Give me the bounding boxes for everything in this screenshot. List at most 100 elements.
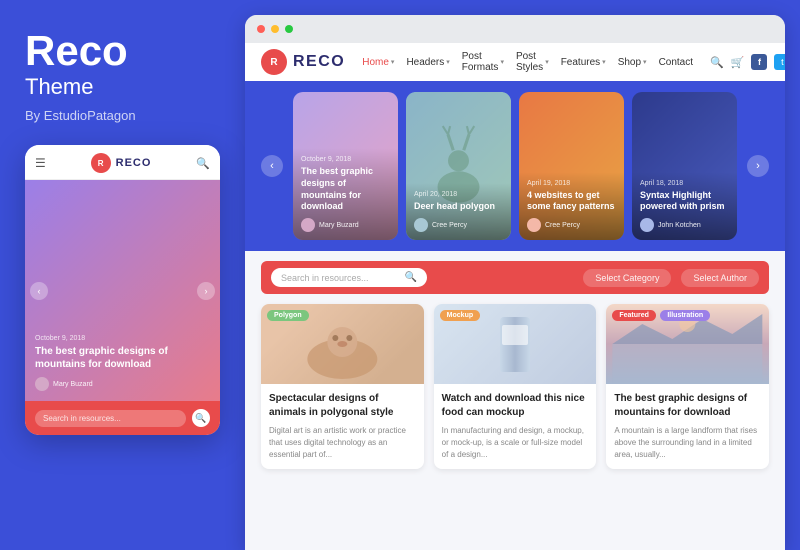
nav-shop[interactable]: Shop ▾	[613, 53, 652, 72]
browser-dot-maximize[interactable]	[285, 25, 293, 33]
mobile-search-button[interactable]: 🔍	[192, 409, 210, 427]
brand-subtitle: Theme	[25, 74, 93, 100]
nav-contact[interactable]: Contact	[654, 53, 698, 72]
mobile-search-input[interactable]: Search in resources...	[35, 410, 186, 427]
article-card-3[interactable]: Featured Illustration The best graphic d…	[606, 304, 769, 469]
search-placeholder-text: Search in resources...	[281, 273, 399, 283]
hero-card-3-avatar	[527, 218, 541, 232]
article-img-2: Mockup	[434, 304, 597, 384]
nav-features[interactable]: Features ▾	[556, 53, 611, 72]
mobile-reco-circle: R	[91, 153, 111, 173]
author-filter-button[interactable]: Select Author	[681, 269, 759, 287]
site-logo: R RECO	[261, 49, 345, 75]
mobile-search-icon[interactable]: 🔍	[196, 157, 210, 170]
hero-card-3-date: April 19, 2018	[527, 180, 616, 187]
mobile-logo: R RECO	[91, 153, 152, 173]
article-img-1: Polygon	[261, 304, 424, 384]
article-1-title: Spectacular designs of animals in polygo…	[269, 392, 416, 420]
hero-card-2-date: April 20, 2018	[414, 191, 503, 198]
hero-card-3-title: 4 websites to get some fancy patterns	[527, 190, 616, 213]
hero-card-1-overlay: October 9, 2018 The best graphic designs…	[293, 148, 398, 240]
mobile-top-bar: ☰ R RECO 🔍	[25, 145, 220, 180]
hero-card-2-author: Cree Percy	[414, 218, 503, 232]
article-card-1[interactable]: Polygon Spectacular designs of animals i…	[261, 304, 424, 469]
hero-card-1-author: Mary Buzard	[301, 218, 390, 232]
hero-card-3-author: Cree Percy	[527, 218, 616, 232]
hero-prev-button[interactable]: ‹	[261, 155, 283, 177]
site-reco-circle: R	[261, 49, 287, 75]
hero-slider: ‹ October 9, 2018 The best graphic desig…	[245, 81, 785, 251]
mobile-author-avatar	[35, 377, 49, 391]
article-3-tag2: Illustration	[660, 310, 710, 321]
article-2-body: Watch and download this nice food can mo…	[434, 384, 597, 469]
articles-grid: Polygon Spectacular designs of animals i…	[261, 304, 769, 469]
twitter-icon[interactable]: t	[774, 54, 785, 70]
cart-icon[interactable]: 🛒	[731, 56, 745, 69]
hero-card-2[interactable]: April 20, 2018 Deer head polygon Cree Pe…	[406, 92, 511, 240]
hero-card-4-overlay: April 18, 2018 Syntax Highlight powered …	[632, 172, 737, 240]
browser-dot-close[interactable]	[257, 25, 265, 33]
search-icon: 🔍	[405, 272, 417, 283]
article-3-desc: A mountain is a large landform that rise…	[614, 425, 761, 461]
brand-title: Reco	[25, 30, 128, 72]
hero-card-4-author: John Kotchen	[640, 218, 729, 232]
article-3-body: The best graphic designs of mountains fo…	[606, 384, 769, 469]
hero-card-4-title: Syntax Highlight powered with prism	[640, 190, 729, 213]
nav-icons: 🔍 🛒 f t	[710, 54, 785, 70]
article-1-tag: Polygon	[267, 310, 309, 321]
site-nav: Home ▾ Headers ▾ Post Formats ▾ Post Sty…	[357, 47, 698, 77]
hero-card-2-title: Deer head polygon	[414, 201, 503, 213]
hero-card-2-overlay: April 20, 2018 Deer head polygon Cree Pe…	[406, 183, 511, 240]
article-2-desc: In manufacturing and design, a mockup, o…	[442, 425, 589, 461]
nav-home[interactable]: Home ▾	[357, 53, 399, 72]
browser-dot-minimize[interactable]	[271, 25, 279, 33]
mobile-author-name: Mary Buzard	[53, 381, 93, 388]
hero-card-1-date: October 9, 2018	[301, 156, 390, 163]
search-bar[interactable]: Search in resources... 🔍	[271, 268, 427, 287]
browser-content: R RECO Home ▾ Headers ▾ Post Formats ▾ P…	[245, 43, 785, 550]
article-3-tag: Featured	[612, 310, 656, 321]
mobile-hero: ‹ › October 9, 2018 The best graphic des…	[25, 180, 220, 401]
hero-card-3-author-name: Cree Percy	[545, 222, 580, 229]
mobile-hero-author: Mary Buzard	[35, 377, 210, 391]
article-card-2[interactable]: Mockup Watch and download this nice food…	[434, 304, 597, 469]
facebook-icon[interactable]: f	[751, 54, 767, 70]
hamburger-icon[interactable]: ☰	[35, 156, 46, 170]
hero-card-3-overlay: April 19, 2018 4 websites to get some fa…	[519, 172, 624, 240]
hero-card-3[interactable]: April 19, 2018 4 websites to get some fa…	[519, 92, 624, 240]
article-3-title: The best graphic designs of mountains fo…	[614, 392, 761, 420]
hero-card-2-author-name: Cree Percy	[432, 222, 467, 229]
hero-card-1[interactable]: October 9, 2018 The best graphic designs…	[293, 92, 398, 240]
mobile-reco-text: RECO	[116, 157, 152, 169]
search-nav-icon[interactable]: 🔍	[710, 56, 724, 69]
hero-card-4[interactable]: April 18, 2018 Syntax Highlight powered …	[632, 92, 737, 240]
hero-card-1-title: The best graphic designs of mountains fo…	[301, 166, 390, 213]
article-2-title: Watch and download this nice food can mo…	[442, 392, 589, 420]
mobile-next-button[interactable]: ›	[197, 282, 215, 300]
browser-mockup: R RECO Home ▾ Headers ▾ Post Formats ▾ P…	[245, 15, 785, 550]
hero-card-2-avatar	[414, 218, 428, 232]
article-2-tag: Mockup	[440, 310, 480, 321]
hero-card-1-avatar	[301, 218, 315, 232]
can-label	[502, 325, 528, 345]
article-1-desc: Digital art is an artistic work or pract…	[269, 425, 416, 461]
nav-headers[interactable]: Headers ▾	[401, 53, 454, 72]
nav-post-formats[interactable]: Post Formats ▾	[457, 47, 509, 77]
left-panel: Reco Theme By EstudioPatagon ☰ R RECO 🔍 …	[0, 0, 245, 550]
site-navbar: R RECO Home ▾ Headers ▾ Post Formats ▾ P…	[245, 43, 785, 81]
mobile-mockup: ☰ R RECO 🔍 ‹ › October 9, 2018 The best …	[25, 145, 220, 435]
brand-author: By EstudioPatagon	[25, 108, 136, 123]
search-filter-row: Search in resources... 🔍 Select Category…	[261, 261, 769, 294]
mobile-prev-button[interactable]: ‹	[30, 282, 48, 300]
browser-bar	[245, 15, 785, 43]
hero-card-4-avatar	[640, 218, 654, 232]
mobile-hero-title: The best graphic designs of mountains fo…	[35, 345, 210, 371]
category-filter-button[interactable]: Select Category	[583, 269, 671, 287]
content-section: Search in resources... 🔍 Select Category…	[245, 251, 785, 550]
nav-post-styles[interactable]: Post Styles ▾	[511, 47, 554, 77]
mobile-hero-date: October 9, 2018	[35, 335, 210, 342]
hero-card-4-date: April 18, 2018	[640, 180, 729, 187]
site-reco-text: RECO	[293, 53, 345, 71]
hero-card-1-author-name: Mary Buzard	[319, 222, 359, 229]
hero-next-button[interactable]: ›	[747, 155, 769, 177]
